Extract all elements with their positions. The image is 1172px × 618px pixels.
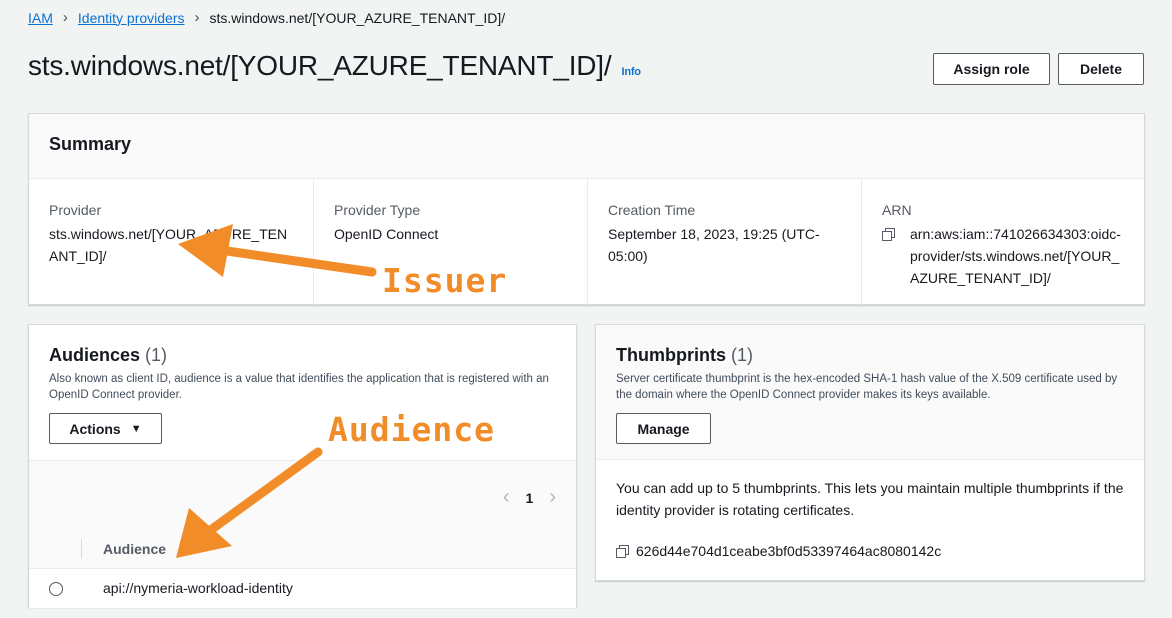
arn-field: ARN arn:aws:iam::741026634303:oidc-provi… [861,179,1145,305]
audiences-count: (1) [145,345,168,365]
caret-down-icon: ▼ [130,422,142,435]
summary-title: Summary [49,134,132,154]
chevron-right-icon[interactable]: › [549,486,556,509]
table-row[interactable]: api://nymeria-workload-identity [29,569,576,608]
audience-value: api://nymeria-workload-identity [103,580,293,596]
arn-label: ARN [882,202,912,218]
copy-icon[interactable] [882,228,895,241]
page-title: sts.windows.net/[YOUR_AZURE_TENANT_ID]/ [28,50,612,81]
page-title-row: sts.windows.net/[YOUR_AZURE_TENANT_ID]/ … [28,50,641,82]
thumbprint-item: 626d44e704d1ceabe3bf0d53397464ac8080142c [616,540,1124,562]
provider-label: Provider [49,202,102,218]
provider-type-label: Provider Type [334,202,421,218]
chevron-right-icon: › [62,9,68,26]
delete-button[interactable]: Delete [1058,53,1144,85]
arn-value: arn:aws:iam::741026634303:oidc-provider/… [910,226,1121,286]
thumbprints-panel: Thumbprints (1) Server certificate thumb… [595,324,1145,581]
pagination: ‹ 1 › [503,486,556,509]
breadcrumb-current: sts.windows.net/[YOUR_AZURE_TENANT_ID]/ [209,9,506,26]
copy-icon[interactable] [616,545,629,558]
provider-type-value: OpenID Connect [334,226,439,242]
issuer-annotation: Issuer [382,261,508,300]
audiences-panel: Audiences (1) Also known as client ID, a… [28,324,577,608]
provider-value: sts.windows.net/[YOUR_AZURE_TENANT_ID]/ [49,226,288,264]
thumbprints-note: You can add up to 5 thumbprints. This le… [616,480,1124,518]
info-link[interactable]: Info [621,66,641,78]
chevron-right-icon: › [194,9,200,26]
thumbprint-value: 626d44e704d1ceabe3bf0d53397464ac8080142c [636,543,942,559]
audience-column-header[interactable]: Audience [103,541,166,557]
table-header: Audience [29,529,576,569]
creation-time-value: September 18, 2023, 19:25 (UTC-05:00) [608,226,820,264]
audiences-title: Audiences (1) [49,345,168,365]
audiences-table-container: ‹ 1 › Audience api://nymeria-workload-id… [29,460,576,608]
provider-field: Provider sts.windows.net/[YOUR_AZURE_TEN… [29,179,313,305]
assign-role-button[interactable]: Assign role [933,53,1050,85]
creation-time-field: Creation Time September 18, 2023, 19:25 … [587,179,861,305]
summary-panel: Summary Provider sts.windows.net/[YOUR_A… [28,113,1145,305]
thumbprints-count: (1) [731,345,754,365]
thumbprints-title: Thumbprints (1) [616,345,754,365]
breadcrumb-identity-providers-link[interactable]: Identity providers [78,10,185,26]
thumbprints-description: Server certificate thumbprint is the hex… [616,373,1118,401]
manage-button[interactable]: Manage [616,413,711,444]
chevron-left-icon[interactable]: ‹ [503,486,510,509]
breadcrumb: IAM › Identity providers › sts.windows.n… [28,9,505,26]
actions-dropdown-button[interactable]: Actions ▼ [49,413,162,444]
audience-annotation: Audience [328,410,495,449]
audiences-description: Also known as client ID, audience is a v… [49,373,549,401]
page-number[interactable]: 1 [526,490,534,506]
creation-time-label: Creation Time [608,202,696,218]
summary-details: Provider sts.windows.net/[YOUR_AZURE_TEN… [29,179,1144,305]
row-radio-button[interactable] [49,582,63,596]
breadcrumb-iam-link[interactable]: IAM [28,10,53,26]
